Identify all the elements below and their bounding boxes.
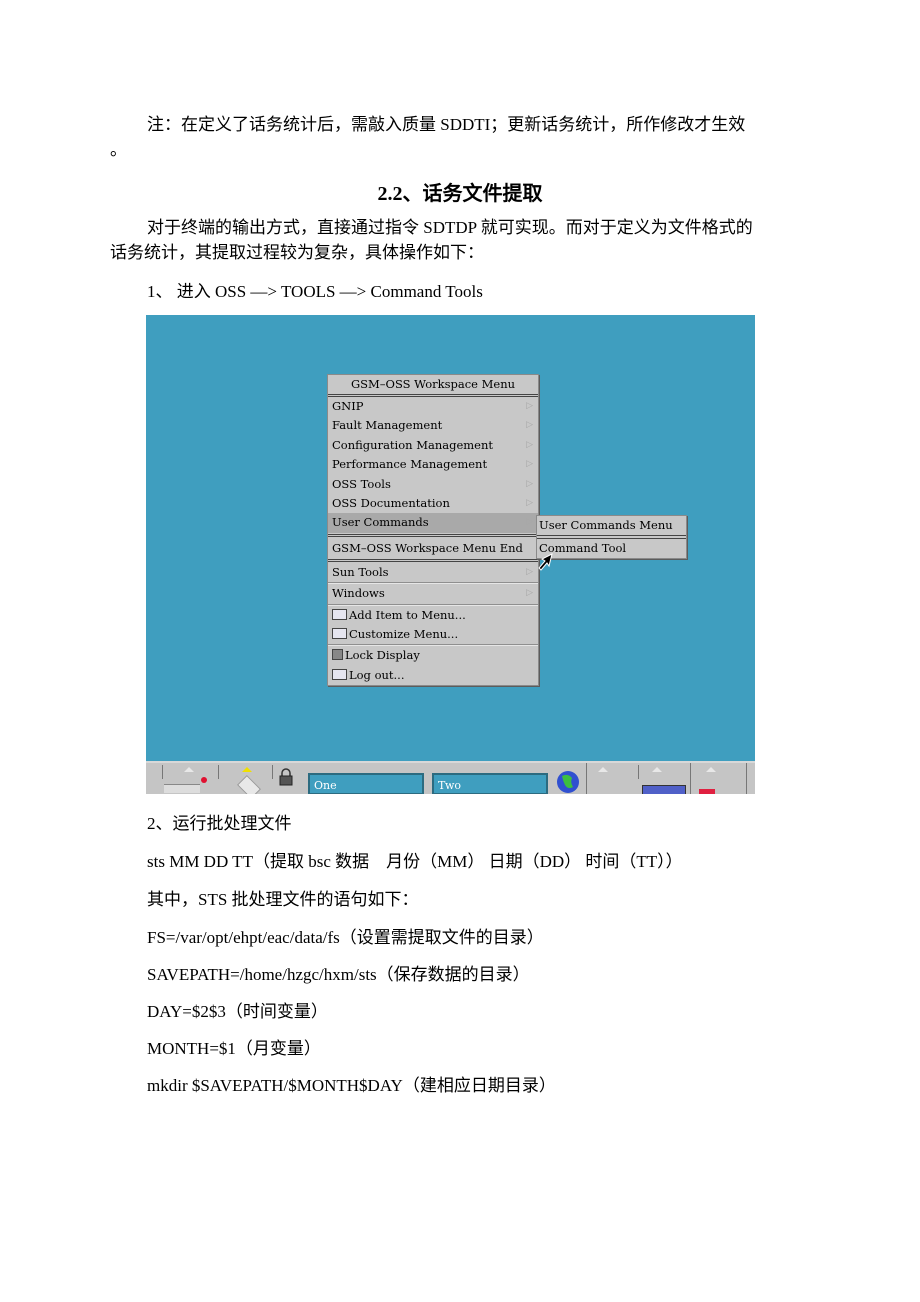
- menu-item-label: Lock Display: [345, 648, 420, 663]
- menu-item-label: Fault Management: [332, 418, 443, 433]
- menu-item-label: OSS Documentation: [332, 495, 450, 510]
- menu-item-label: Configuration Management: [332, 437, 494, 452]
- code-line: SAVEPATH=/home/hzgc/hxm/sts（保存数据的目录）: [147, 965, 530, 984]
- code-line: DAY=$2$3（时间变量）: [147, 1002, 328, 1021]
- workspace-label: Two: [438, 779, 461, 792]
- panel-expand-icon[interactable]: [706, 767, 716, 772]
- command-usage: sts MM DD TT（提取 bsc 数据 月份（MM） 日期（DD） 时间（…: [147, 852, 683, 871]
- submenu-arrow-icon: ▷: [526, 497, 533, 508]
- pin-icon: [201, 777, 207, 783]
- menu-item-windows[interactable]: Windows ▷: [328, 584, 538, 603]
- menu-item-configuration-management[interactable]: Configuration Management ▷: [328, 436, 538, 455]
- panel-expand-icon[interactable]: [184, 767, 194, 772]
- menu-item-label: GSM–OSS Workspace Menu End: [332, 540, 523, 555]
- menu-divider: [328, 558, 538, 562]
- note-line: 注：在定义了话务统计后，需敲入质量 SDDTI；更新话务统计，所作修改才生效: [147, 115, 746, 134]
- mail-icon[interactable]: [236, 774, 262, 794]
- user-commands-menu: User Commands Menu Command Tool: [536, 515, 687, 560]
- submenu-arrow-icon: ▷: [526, 478, 533, 489]
- submenu-arrow-icon: ▷: [526, 517, 533, 528]
- workspace-menu-end[interactable]: GSM–OSS Workspace Menu End: [328, 538, 538, 558]
- oss-desktop-screenshot: GSM–OSS Workspace Menu GNIP ▷ Fault Manage…: [146, 315, 755, 794]
- step-2: 2、运行批处理文件: [147, 814, 292, 833]
- workspace-label: One: [314, 779, 337, 792]
- front-panel: One Two: [146, 761, 755, 794]
- step-1: 1、 进入 OSS —> TOOLS —> Command Tools: [147, 282, 483, 301]
- submenu-arrow-icon: ▷: [526, 588, 533, 599]
- panel-expand-icon[interactable]: [242, 767, 252, 772]
- section-title: 2.2、话务文件提取: [377, 183, 543, 205]
- menu-item-oss-tools[interactable]: OSS Tools ▷: [328, 475, 538, 494]
- menu-edit-icon: [332, 608, 347, 620]
- menu-item-label: GNIP: [332, 399, 364, 413]
- menu-divider: [328, 533, 538, 537]
- menu-item-label: Performance Management: [332, 457, 488, 472]
- exit-icon: [332, 668, 347, 680]
- panel-expand-icon[interactable]: [652, 767, 662, 772]
- user-commands-menu-title: User Commands Menu: [537, 516, 686, 539]
- panel-expand-icon[interactable]: [598, 767, 608, 772]
- globe-icon[interactable]: [556, 770, 580, 794]
- submenu-arrow-icon: ▷: [526, 420, 533, 431]
- sts-intro: 其中，STS 批处理文件的语句如下：: [147, 890, 419, 909]
- submenu-arrow-icon: ▷: [526, 459, 533, 470]
- menu-item-label: Sun Tools: [332, 564, 389, 579]
- workspace-menu: GSM–OSS Workspace Menu GNIP ▷ Fault Manage…: [327, 374, 539, 687]
- workspace-button-two[interactable]: Two: [432, 773, 548, 794]
- menu-item-command-tool[interactable]: Command Tool: [537, 539, 686, 558]
- workspace-button-one[interactable]: One: [308, 773, 424, 794]
- menu-item-fault-management[interactable]: Fault Management ▷: [328, 416, 538, 435]
- menu-item-oss-documentation[interactable]: OSS Documentation ▷: [328, 494, 538, 513]
- code-line: FS=/var/opt/ehpt/eac/data/fs（设置需提取文件的目录）: [147, 928, 544, 947]
- menu-item-label: Customize Menu...: [349, 626, 459, 641]
- menu-item-performance-management[interactable]: Performance Management ▷: [328, 455, 538, 474]
- menu-item-lock-display[interactable]: Lock Display: [328, 646, 538, 665]
- menu-item-log-out[interactable]: Log out...: [328, 666, 538, 685]
- menu-item-label: User Commands: [332, 515, 429, 530]
- code-line: mkdir $SAVEPATH/$MONTH$DAY（建相应日期目录）: [147, 1076, 556, 1095]
- menu-item-label: OSS Tools: [332, 476, 391, 491]
- submenu-arrow-icon: ▷: [526, 566, 533, 577]
- menu-item-label: Add Item to Menu...: [349, 607, 466, 622]
- code-line: MONTH=$1（月变量）: [147, 1039, 321, 1058]
- mouse-pointer-icon: [538, 553, 553, 571]
- menu-item-gnip[interactable]: GNIP ▷: [328, 397, 538, 416]
- menu-item-customize-menu[interactable]: Customize Menu...: [328, 625, 538, 644]
- menu-item-label: Windows: [332, 586, 385, 601]
- intro-line: 话务统计，其提取过程较为复杂，具体操作如下：: [110, 243, 484, 262]
- submenu-arrow-icon: ▷: [526, 439, 533, 450]
- note-line-end: 。: [110, 140, 127, 159]
- lock-icon: [332, 649, 343, 661]
- menu-item-user-commands[interactable]: User Commands ▷: [328, 513, 538, 533]
- workspace-menu-title: GSM–OSS Workspace Menu: [328, 375, 538, 397]
- note-pad-icon[interactable]: [164, 784, 200, 793]
- status-indicator-icon: [699, 789, 715, 794]
- intro-line: 对于终端的输出方式，直接通过指令 SDTDP 就可实现。而对于定义为文件格式的: [147, 218, 753, 237]
- printer-icon[interactable]: [642, 785, 686, 794]
- lock-icon[interactable]: [278, 768, 294, 786]
- menu-item-sun-tools[interactable]: Sun Tools ▷: [328, 563, 538, 582]
- submenu-arrow-icon: ▷: [526, 401, 533, 411]
- menu-item-label: Log out...: [349, 667, 405, 682]
- menu-item-add-item-to-menu[interactable]: Add Item to Menu...: [328, 606, 538, 625]
- menu-edit-icon: [332, 627, 347, 639]
